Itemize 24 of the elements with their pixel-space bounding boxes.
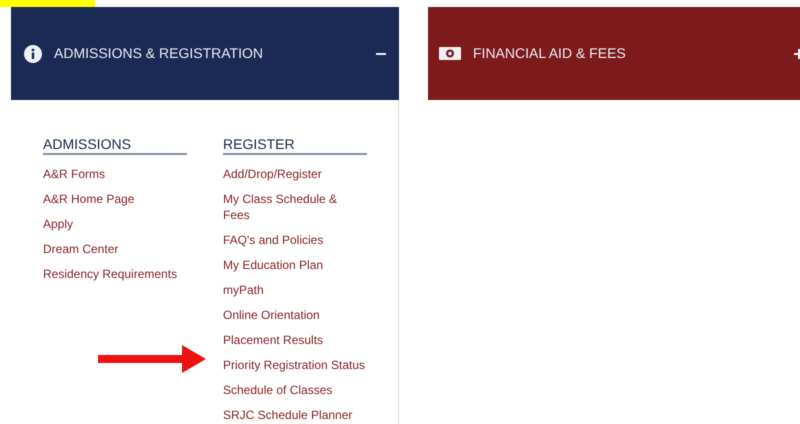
banknote-icon	[439, 47, 461, 60]
menu-link[interactable]: Add/Drop/Register	[223, 161, 367, 186]
column-heading: ADMISSIONS	[43, 136, 187, 155]
accordion-title: FINANCIAL AID & FEES	[473, 44, 626, 63]
info-icon	[24, 44, 42, 62]
menu-link[interactable]: A&R Forms	[43, 161, 187, 186]
menu-link[interactable]: SRJC Schedule Planner	[223, 402, 367, 424]
menu-link[interactable]: Priority Registration Status	[223, 352, 367, 377]
menu-link[interactable]: My Education Plan	[223, 252, 367, 277]
menu-link[interactable]: FAQ's and Policies	[223, 227, 367, 252]
menu-link[interactable]: Residency Requirements	[43, 261, 187, 286]
menu-link[interactable]: Apply	[43, 211, 187, 236]
menu-link[interactable]: Schedule of Classes	[223, 377, 367, 402]
accordion-title: ADMISSIONS & REGISTRATION	[54, 44, 263, 63]
arrow-icon	[98, 345, 206, 373]
menu-link[interactable]: A&R Home Page	[43, 186, 187, 211]
menu-link[interactable]: Online Orientation	[223, 302, 367, 327]
column-heading: REGISTER	[223, 136, 367, 155]
accordion-header[interactable]: ADMISSIONS & REGISTRATION	[11, 7, 399, 100]
menu-link[interactable]: myPath	[223, 277, 367, 302]
menu-link[interactable]: Placement Results	[223, 327, 367, 352]
accordion-header[interactable]: FINANCIAL AID & FEES	[428, 7, 800, 100]
menu-link[interactable]: My Class Schedule & Fees	[223, 186, 367, 227]
menu-link[interactable]: Dream Center	[43, 236, 187, 261]
